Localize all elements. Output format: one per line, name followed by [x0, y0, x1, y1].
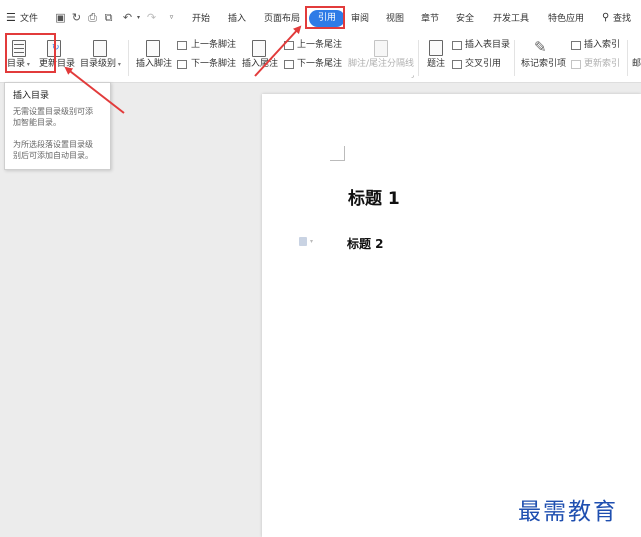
annotation-arrows	[64, 25, 302, 114]
arrow-to-toc	[64, 66, 125, 114]
arrow-to-references-tab	[254, 25, 302, 77]
watermark-text: 最需教育	[518, 499, 618, 525]
